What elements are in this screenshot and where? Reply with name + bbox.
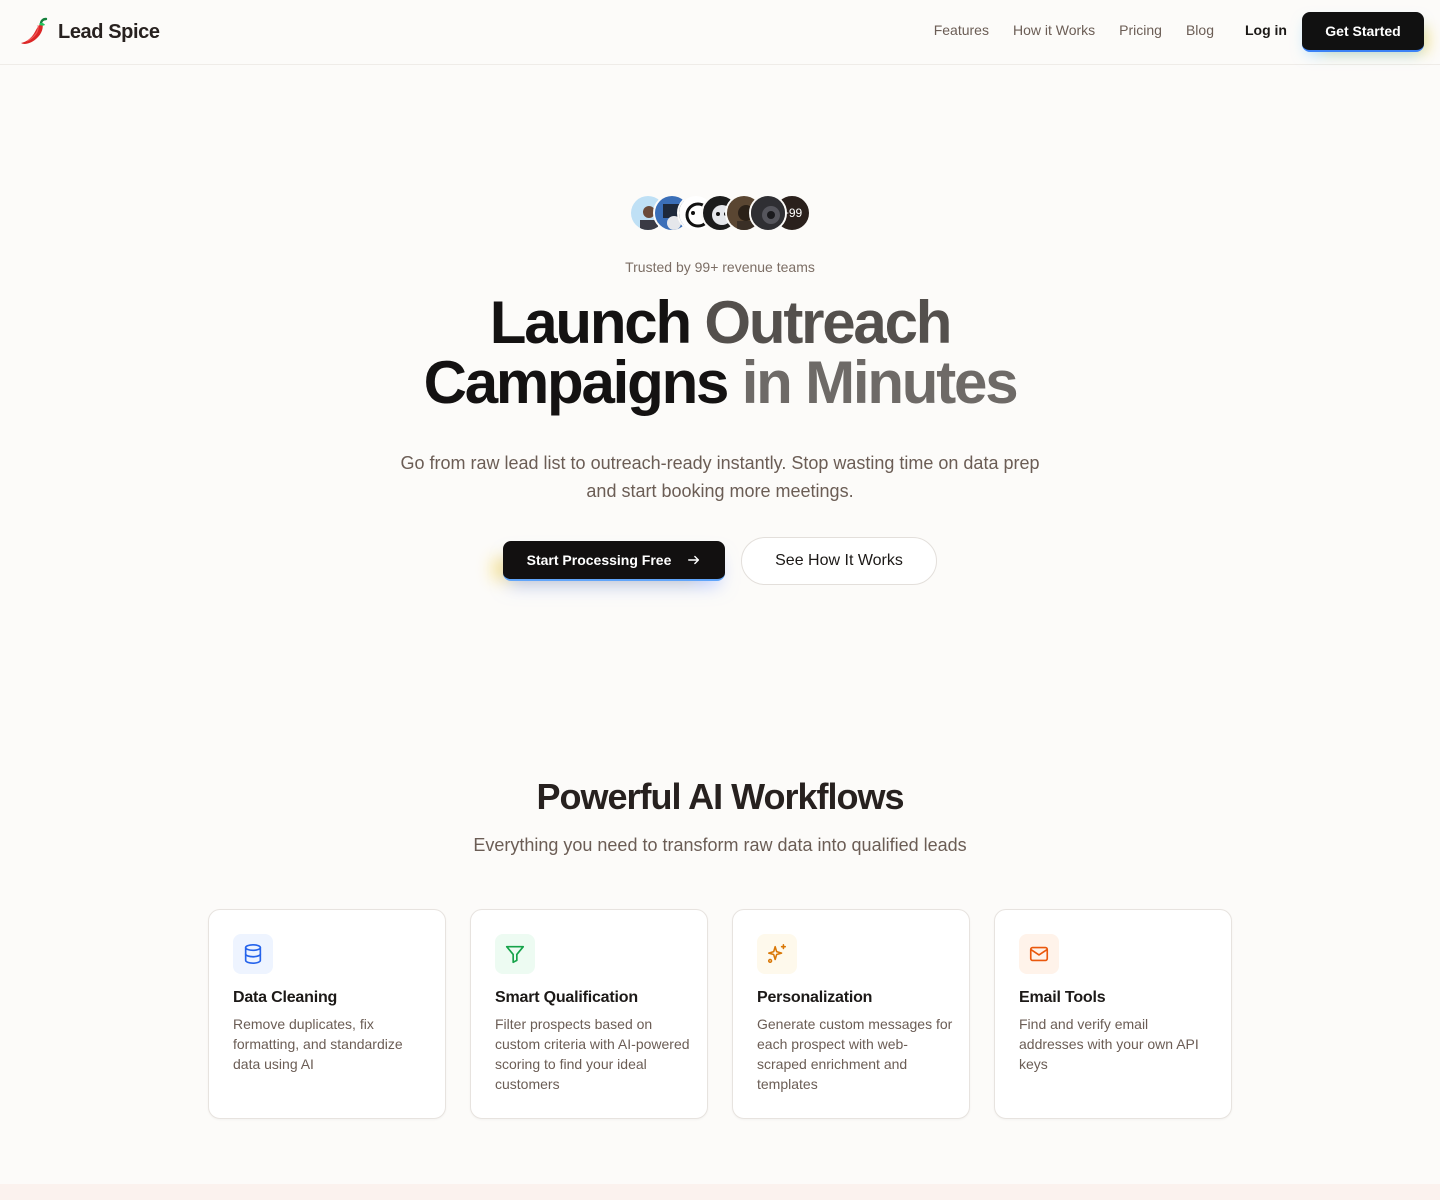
feature-card-email-tools: Email Tools Find and verify email addres… [994,909,1232,1119]
card-description: Find and verify email addresses with you… [1019,1016,1199,1072]
trusted-by-text: Trusted by 99+ revenue teams [625,259,815,275]
card-description: Remove duplicates, fix formatting, and s… [233,1016,403,1072]
card-description: Filter prospects based on custom criteri… [495,1016,690,1092]
feature-card-smart-qualification: Smart Qualification Filter prospects bas… [470,909,708,1119]
card-icon-tile [233,934,273,974]
chili-pepper-logo-icon [21,17,48,44]
mail-icon [1029,946,1049,962]
headline-word-launch: Launch [489,289,692,356]
start-processing-label: Start Processing Free [526,552,672,568]
arrow-right-icon [688,555,700,565]
nav-link-how-it-works[interactable]: How it Works [1013,22,1095,38]
brand-name: Lead Spice [58,20,160,43]
card-title: Data Cleaning [233,989,338,1006]
get-started-button[interactable]: Get Started [1302,12,1424,52]
headline-words-in-minutes: in Minutes [741,349,1019,416]
card-icon-tile [757,934,797,974]
features-title: Powerful AI Workflows [536,776,904,817]
card-title: Smart Qualification [495,989,638,1006]
nav-link-features[interactable]: Features [934,22,989,38]
sparkles-icon [767,944,787,964]
card-title: Personalization [757,989,873,1006]
nav-link-blog[interactable]: Blog [1186,22,1214,38]
card-icon-tile [1019,934,1059,974]
headline-word-campaigns: Campaigns [423,349,730,416]
start-processing-button[interactable]: Start Processing Free [503,541,725,581]
card-description: Generate custom messages for each prospe… [757,1016,953,1092]
next-section-edge [0,1184,1440,1200]
card-title: Email Tools [1019,989,1106,1006]
brand-link[interactable]: Lead Spice [18,16,160,48]
avatar [749,194,787,232]
feature-card-data-cleaning: Data Cleaning Remove duplicates, fix for… [208,909,446,1119]
see-how-it-works-button[interactable]: See How It Works [741,537,937,585]
nav-link-pricing[interactable]: Pricing [1119,22,1162,38]
features-subtitle: Everything you need to transform raw dat… [473,835,967,855]
headline-word-outreach: Outreach [704,289,952,356]
hero-headline: Launch Outreach Campaigns in Minutes [0,293,1440,413]
login-link[interactable]: Log in [1245,22,1287,38]
avatar-stack: +99 [629,194,811,232]
database-icon [244,944,262,964]
filter-icon [505,945,525,964]
hero-subtext: Go from raw lead list to outreach-ready … [400,453,1040,501]
nav-links: Features How it Works Pricing Blog [934,22,1214,38]
card-icon-tile [495,934,535,974]
feature-card-personalization: Personalization Generate custom messages… [732,909,970,1119]
top-nav: Lead Spice Features How it Works Pricing… [0,0,1440,65]
